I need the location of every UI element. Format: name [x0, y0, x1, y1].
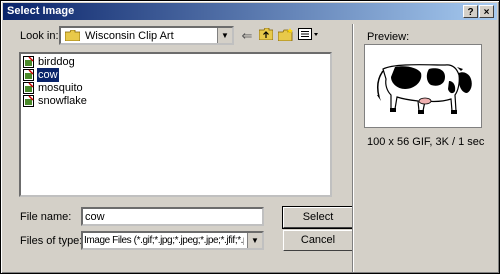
back-icon[interactable]: ⇐ — [238, 28, 256, 44]
look-in-combo[interactable]: Wisconsin Clip Art ▼ — [59, 26, 234, 45]
preview-image-frame — [364, 44, 482, 128]
image-file-icon — [23, 82, 34, 95]
title-bar[interactable]: Select Image ? × — [3, 3, 497, 20]
file-item-mosquito[interactable]: mosquito — [23, 81, 84, 95]
cancel-button[interactable]: Cancel — [283, 230, 353, 251]
files-of-type-value: Image Files (*.gif;*.jpg;*.jpeg;*.jpe;*.… — [84, 235, 244, 246]
look-in-value: Wisconsin Clip Art — [85, 30, 174, 42]
select-button[interactable]: Select — [282, 206, 354, 229]
file-list[interactable]: birddog cow mosquito snowflake — [19, 52, 332, 197]
file-name-field[interactable]: cow — [81, 207, 264, 226]
close-button[interactable]: × — [479, 5, 494, 18]
files-of-type-combo[interactable]: Image Files (*.gif;*.jpg;*.jpeg;*.jpe;*.… — [81, 231, 264, 250]
new-folder-icon[interactable] — [277, 28, 295, 44]
file-name-value: cow — [85, 211, 105, 223]
folder-icon — [64, 29, 81, 42]
file-name: snowflake — [38, 95, 87, 108]
panel-separator — [352, 24, 354, 272]
files-of-type-label: Files of type: — [20, 235, 83, 247]
help-button[interactable]: ? — [463, 5, 478, 18]
file-item-cow[interactable]: cow — [23, 68, 59, 83]
cow-image — [377, 64, 472, 114]
select-image-dialog: Select Image ? × Look in: Wisconsin Clip… — [0, 0, 500, 274]
image-file-icon — [23, 69, 34, 82]
preview-label: Preview: — [367, 31, 410, 43]
chevron-down-icon: ▼ — [251, 236, 259, 245]
look-in-dropdown-button[interactable]: ▼ — [217, 28, 232, 43]
image-file-icon — [23, 56, 34, 69]
look-in-label: Look in: — [20, 30, 59, 42]
view-menu-icon[interactable] — [297, 28, 321, 44]
preview-info: 100 x 56 GIF, 3K / 1 sec — [367, 136, 485, 148]
file-name: birddog — [38, 56, 75, 69]
files-of-type-dropdown-button[interactable]: ▼ — [247, 233, 262, 248]
file-name: mosquito — [38, 82, 83, 95]
up-folder-icon[interactable] — [257, 27, 275, 44]
image-file-icon — [23, 95, 34, 108]
file-name-label: File name: — [20, 211, 72, 223]
window-title: Select Image — [7, 5, 75, 17]
file-item-snowflake[interactable]: snowflake — [23, 94, 88, 108]
chevron-down-icon: ▼ — [221, 31, 229, 40]
file-item-birddog[interactable]: birddog — [23, 55, 76, 69]
file-name: cow — [37, 68, 59, 83]
